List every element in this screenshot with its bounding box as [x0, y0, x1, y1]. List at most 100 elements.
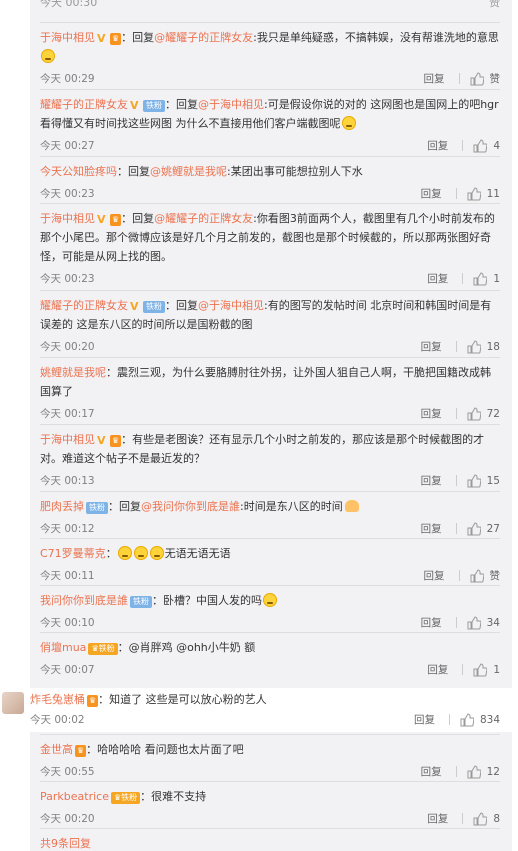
- crown-badge-icon: ♛: [110, 214, 122, 226]
- reply-time: 今天 00:27: [40, 140, 95, 152]
- row-divider: [40, 585, 500, 586]
- comment-meta: 今天 00:02 回复 834: [30, 712, 500, 726]
- reply-username[interactable]: C71罗曼蒂克: [40, 547, 106, 560]
- reply-mention[interactable]: @姚鲤就是我呢: [150, 165, 227, 178]
- like-count: 1: [493, 272, 500, 285]
- like-button[interactable]: 赞: [470, 71, 500, 86]
- like-label[interactable]: 赞: [489, 0, 500, 10]
- reply-actions: 回复 1: [427, 662, 500, 677]
- like-button[interactable]: 834: [460, 712, 500, 727]
- reply-mention[interactable]: @耀耀子的正牌女友: [154, 31, 253, 44]
- verified-v-icon: V: [97, 32, 106, 45]
- hand-emoji-icon: [344, 500, 359, 512]
- reply-button[interactable]: 回复: [414, 712, 435, 727]
- like-button[interactable]: 34: [467, 615, 500, 630]
- reply-button[interactable]: 回复: [421, 764, 442, 779]
- reply-button[interactable]: 回复: [427, 271, 448, 286]
- crown-fan-badge-icon: ♛铁粉: [110, 792, 141, 804]
- reply-username[interactable]: 俏壇mua: [40, 641, 86, 654]
- divider: [462, 140, 464, 151]
- reply-meta: 今天 00:55 回复 12: [40, 764, 500, 778]
- reply-button[interactable]: 回复: [421, 406, 442, 421]
- reply-prefix: ：回复: [108, 500, 141, 513]
- reply-username[interactable]: 于海中相见: [40, 212, 95, 225]
- thumb-up-icon: [467, 615, 481, 629]
- reply-button[interactable]: 回复: [427, 811, 448, 826]
- fan-badge-icon: 铁粉: [86, 502, 108, 514]
- reply-button[interactable]: 回复: [427, 138, 448, 153]
- reply-meta: 今天 00:20 回复 8: [40, 811, 500, 825]
- reply-username[interactable]: 耀耀子的正牌女友: [40, 299, 128, 312]
- reply-mention[interactable]: @我问你你到底是誰: [141, 500, 240, 513]
- thumb-up-icon: [467, 406, 481, 420]
- like-button[interactable]: 15: [467, 473, 500, 488]
- row-divider: [40, 734, 500, 735]
- divider: [455, 408, 457, 419]
- emoji-icon: [263, 593, 277, 607]
- reply-body: 无语无语无语: [164, 547, 231, 560]
- like-button[interactable]: 赞: [470, 568, 500, 583]
- like-button[interactable]: 4: [473, 138, 500, 153]
- reply-body: :你看图3前面两个人，截图里有几个小时前发布的那个小尾巴。那个微博应该是好几个月…: [40, 212, 495, 263]
- reply-button[interactable]: 回复: [421, 473, 442, 488]
- like-button[interactable]: 11: [467, 186, 500, 201]
- reply-username[interactable]: 于海中相见: [40, 31, 95, 44]
- like-button[interactable]: 18: [467, 339, 500, 354]
- like-button[interactable]: 27: [467, 521, 500, 536]
- like-button[interactable]: 72: [467, 406, 500, 421]
- emoji-icon: [341, 116, 356, 130]
- divider: [455, 766, 457, 777]
- reply-text: 耀耀子的正牌女友 V 铁粉 ：回复@于海中相见:可是假设你说的对的 这网图也是国网上的…: [40, 95, 500, 133]
- reply-username[interactable]: 今天公知脸疼吗: [40, 165, 117, 178]
- reply-text: 耀耀子的正牌女友 V 铁粉 ：回复@于海中相见:有的图写的发帖时间 北京时间和韩国时间…: [40, 296, 500, 334]
- thumb-up-icon: [473, 662, 488, 676]
- reply-time: 今天 00:30: [40, 0, 98, 9]
- thumb-up-icon: [467, 339, 481, 353]
- reply-mention[interactable]: @于海中相见: [198, 98, 264, 111]
- reply-meta: 今天 00:13 回复 15: [40, 473, 500, 487]
- reply-button[interactable]: 回复: [424, 71, 445, 86]
- reply-username[interactable]: 耀耀子的正牌女友: [40, 98, 128, 111]
- reply-actions: 回复 赞: [424, 568, 500, 583]
- reply-actions: 回复 11: [421, 186, 500, 201]
- like-button[interactable]: 1: [473, 271, 500, 286]
- divider: [458, 73, 460, 84]
- reply-button[interactable]: 回复: [421, 521, 442, 536]
- reply-actions: 回复 赞: [424, 71, 500, 86]
- verified-v-icon: V: [97, 213, 106, 226]
- emoji-icon: [133, 546, 148, 560]
- avatar[interactable]: [2, 692, 24, 714]
- reply-text: 我问你你到底是誰 铁粉 ：卧槽？中国人发的吗: [40, 591, 500, 610]
- reply-prefix: ：回复: [165, 299, 198, 312]
- reply-prefix: ：回复: [117, 165, 150, 178]
- row-divider: [40, 156, 500, 157]
- row-divider: [40, 632, 500, 633]
- sub-reply-item: Parkbeatrice ♛铁粉 ：很难不支持 今天 00:20 回复 8: [40, 787, 500, 825]
- reply-username[interactable]: Parkbeatrice: [40, 790, 109, 803]
- reply-button[interactable]: 回复: [427, 662, 448, 677]
- reply-button[interactable]: 回复: [424, 568, 445, 583]
- reply-button[interactable]: 回复: [421, 339, 442, 354]
- more-replies-link[interactable]: 共9条回复: [40, 835, 91, 851]
- reply-username[interactable]: 我问你你到底是誰: [40, 594, 128, 607]
- row-divider: [40, 203, 500, 204]
- thumb-up-icon: [473, 811, 488, 825]
- reply-username[interactable]: 姚鲤就是我呢: [40, 366, 106, 379]
- like-button[interactable]: 1: [473, 662, 500, 677]
- comment-username[interactable]: 炸毛兔崽桶: [30, 693, 85, 706]
- reply-username[interactable]: 于海中相见: [40, 433, 95, 446]
- reply-mention[interactable]: @于海中相见: [198, 299, 264, 312]
- reply-username[interactable]: 肥肉丢掉: [40, 500, 84, 513]
- like-button[interactable]: 12: [467, 764, 500, 779]
- reply-username[interactable]: 金世高: [40, 743, 73, 756]
- reply-item: 于海中相见 V ♛ ：回复@耀耀子的正牌女友:我只是单纯疑惑，不搞韩娱，没有帮谁洗地的…: [40, 28, 500, 85]
- reply-mention[interactable]: @耀耀子的正牌女友: [154, 212, 253, 225]
- reply-button[interactable]: 回复: [421, 615, 442, 630]
- thumb-up-icon: [473, 138, 488, 152]
- reply-text: C71罗曼蒂克： 无语无语无语: [40, 544, 500, 563]
- reply-prefix: ：回复: [121, 212, 155, 225]
- like-button[interactable]: 8: [473, 811, 500, 826]
- reply-time: 今天 00:17: [40, 408, 95, 420]
- reply-time: 今天 00:20: [40, 813, 95, 825]
- reply-button[interactable]: 回复: [421, 186, 442, 201]
